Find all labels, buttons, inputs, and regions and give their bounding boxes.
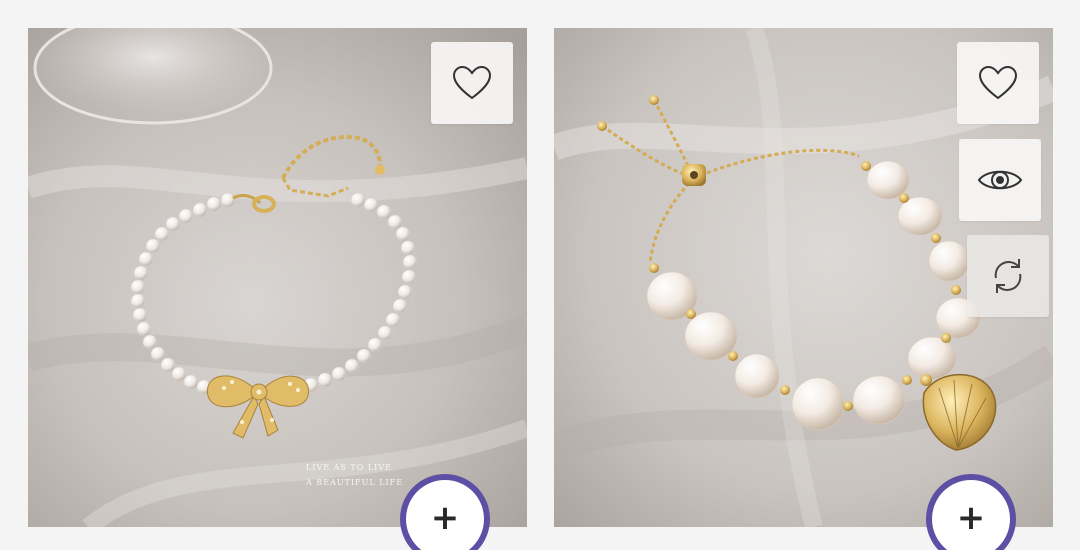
wishlist-button[interactable]: [431, 42, 513, 124]
plus-icon: +: [430, 498, 460, 538]
heart-icon: [452, 65, 492, 101]
eye-icon: [977, 165, 1023, 195]
wishlist-button[interactable]: [957, 42, 1039, 124]
watermark-line: LIVE AS TO LIVE: [306, 463, 392, 472]
compare-button[interactable]: [967, 235, 1049, 317]
refresh-icon: [988, 256, 1028, 296]
quick-view-button[interactable]: [959, 139, 1041, 221]
product-card[interactable]: LIVE AS TO LIVE A BEAUTIFUL LIFE +: [28, 28, 527, 550]
plus-icon: +: [956, 498, 986, 538]
heart-icon: [978, 65, 1018, 101]
image-watermark: LIVE AS TO LIVE A BEAUTIFUL LIFE: [306, 460, 403, 490]
product-grid: LIVE AS TO LIVE A BEAUTIFUL LIFE + +: [0, 0, 1080, 550]
product-card[interactable]: +: [554, 28, 1053, 550]
watermark-line: A BEAUTIFUL LIFE: [306, 478, 404, 487]
